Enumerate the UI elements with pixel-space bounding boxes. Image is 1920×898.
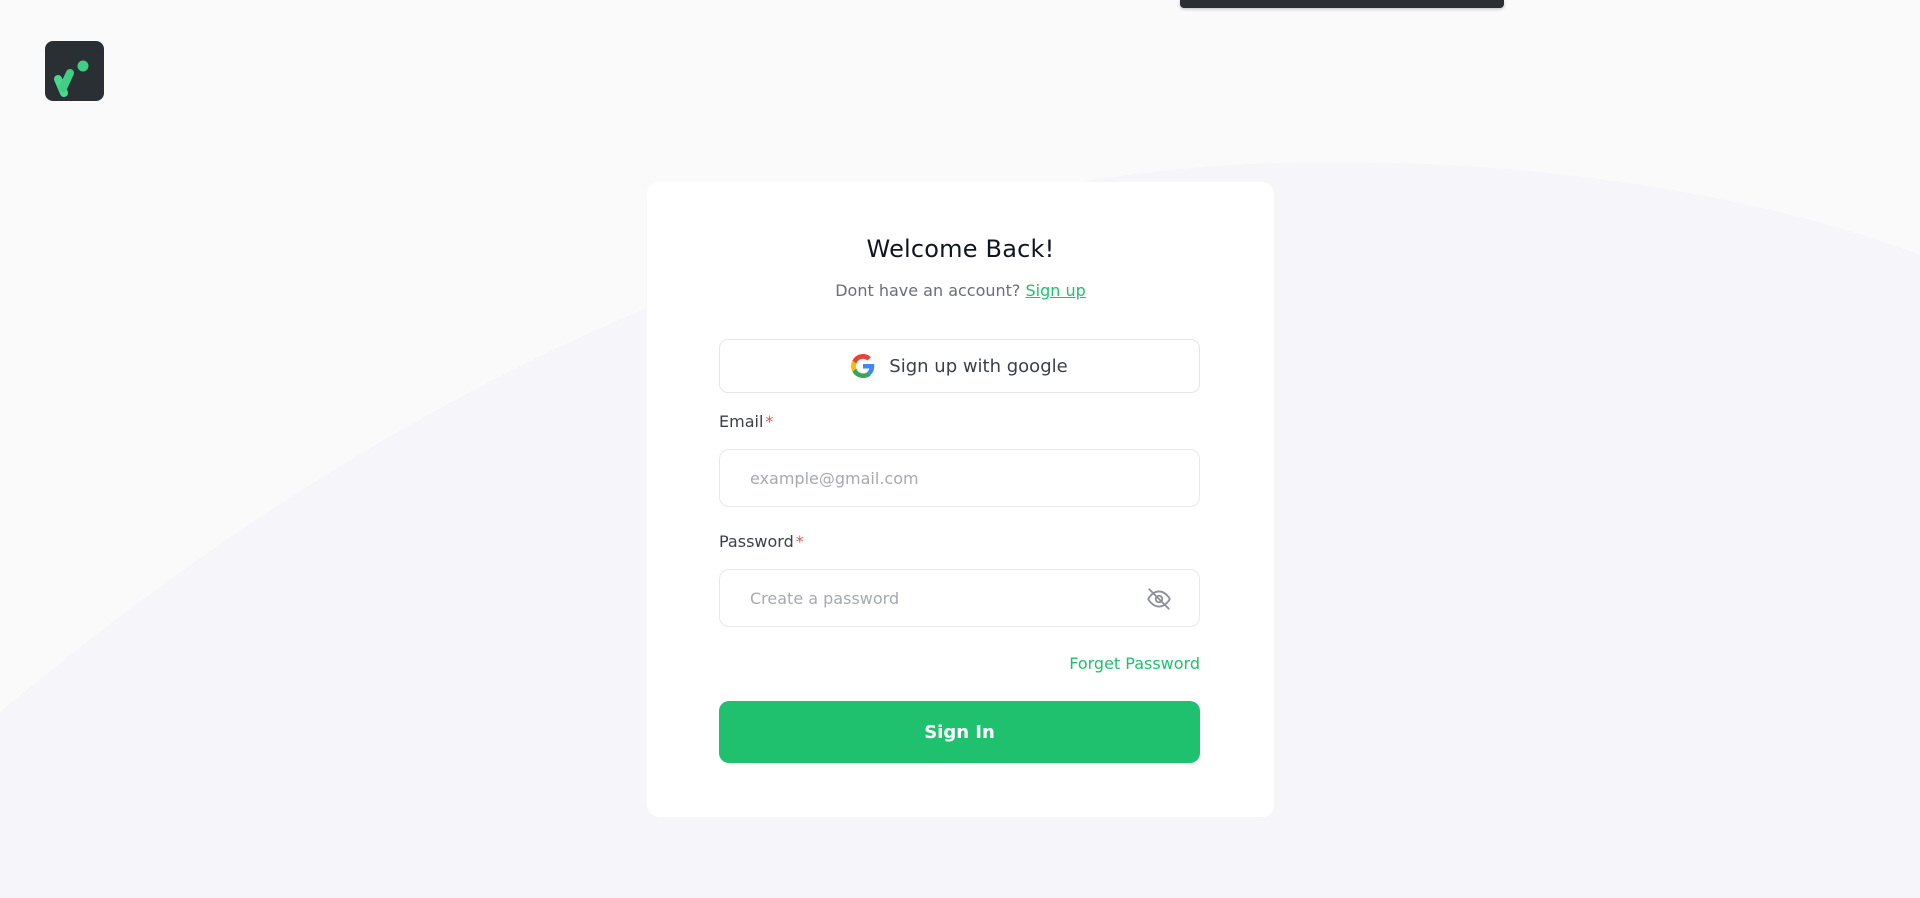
email-field[interactable] (748, 467, 1171, 489)
signup-prompt: Dont have an account? Sign up (647, 281, 1274, 300)
password-label-text: Password (719, 532, 794, 551)
google-icon (851, 354, 875, 378)
password-required-mark: * (795, 532, 804, 551)
top-toolbar-edge (1180, 0, 1504, 8)
password-label: Password * (719, 532, 804, 551)
signup-link[interactable]: Sign up (1026, 281, 1086, 300)
google-signup-label: Sign up with google (889, 355, 1068, 377)
password-field-wrapper (719, 569, 1200, 627)
sign-in-button[interactable]: Sign In (719, 701, 1200, 763)
signup-prompt-text: Dont have an account? (835, 281, 1021, 300)
email-label-text: Email (719, 412, 764, 431)
forgot-password-link[interactable]: Forget Password (1069, 654, 1200, 673)
login-card: Welcome Back! Dont have an account? Sign… (647, 182, 1274, 817)
email-field-wrapper (719, 449, 1200, 507)
google-signup-button[interactable]: Sign up with google (719, 339, 1200, 393)
brand-logo-icon (54, 60, 89, 97)
page-title: Welcome Back! (866, 235, 1055, 263)
email-label: Email * (719, 412, 773, 431)
brand-logo[interactable] (45, 41, 104, 101)
password-field[interactable] (748, 587, 1171, 609)
eye-off-icon[interactable] (1146, 586, 1172, 612)
email-required-mark: * (765, 412, 774, 431)
